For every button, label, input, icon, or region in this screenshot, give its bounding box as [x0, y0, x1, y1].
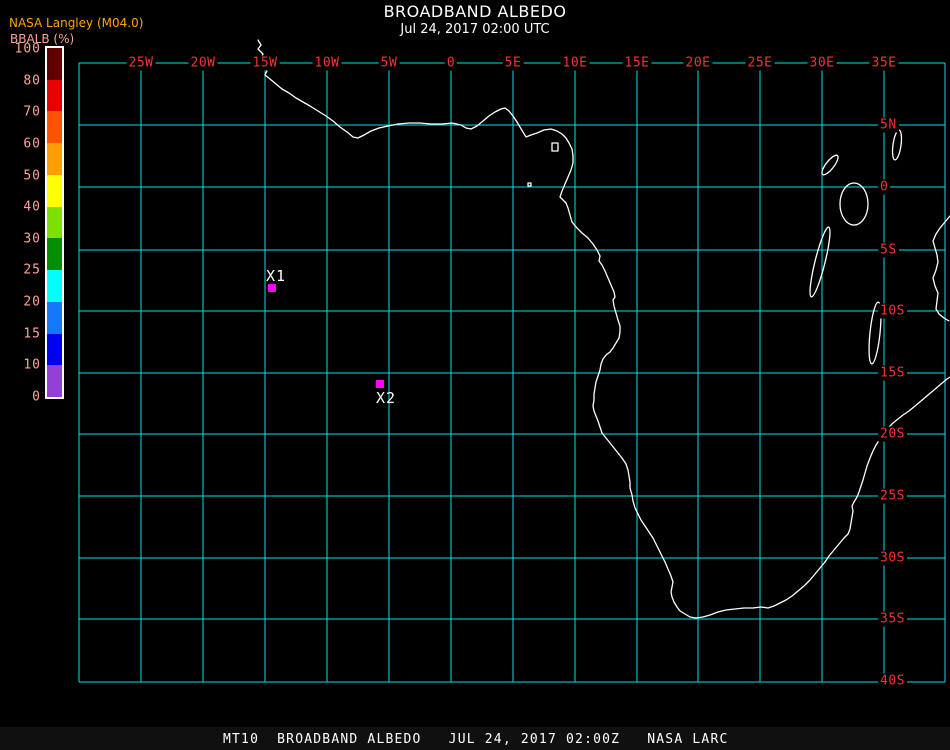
island-outline	[527, 182, 532, 187]
coastline-path	[932, 215, 950, 322]
lake-outline	[809, 226, 831, 298]
status-bar-text: MT10 BROADBAND ALBEDO JUL 24, 2017 02:00…	[223, 732, 729, 747]
map-canvas	[78, 39, 950, 683]
lake-outline	[839, 182, 869, 226]
status-bar: MT10 BROADBAND ALBEDO JUL 24, 2017 02:00…	[0, 727, 950, 750]
lake-outline	[891, 129, 903, 161]
albedo-map-screen: { "header": { "title": "BROADBAND ALBEDO…	[0, 0, 950, 750]
coastline-path	[257, 39, 950, 619]
lake-outline	[821, 154, 839, 176]
island-outline	[551, 142, 559, 152]
